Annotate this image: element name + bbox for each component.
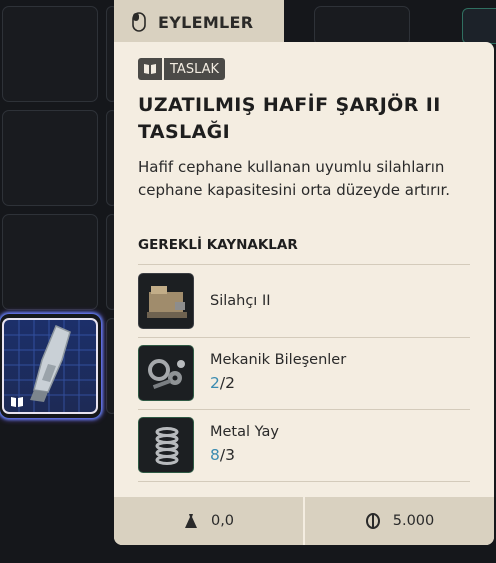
resource-have: 8 — [210, 446, 220, 464]
inventory-slot[interactable] — [2, 214, 98, 310]
resource-count: 8/3 — [210, 446, 235, 464]
required-resources-title: GEREKLİ KAYNAKLAR — [138, 237, 298, 253]
actions-tab[interactable]: EYLEMLER — [114, 0, 284, 44]
item-value: 5.000 — [392, 513, 435, 529]
value-stat: 5.000 — [305, 497, 494, 545]
item-tooltip: TASLAK UZATILMIŞ HAFİF ŞARJÖR II TASLAĞI… — [114, 42, 494, 545]
mouse-icon — [132, 12, 146, 32]
resource-have: 2 — [210, 374, 220, 392]
actions-tab-label: EYLEMLER — [158, 12, 254, 32]
inventory-slot[interactable] — [2, 110, 98, 206]
resource-row: Mekanik Bileşenler 2/2 — [138, 337, 470, 409]
resource-name: Metal Yay — [210, 424, 279, 440]
book-icon — [11, 397, 23, 407]
tooltip-footer: 0,0 5.000 — [114, 497, 494, 545]
inventory-slot[interactable] — [314, 6, 410, 46]
divider — [138, 481, 470, 482]
selected-item-slot[interactable] — [2, 318, 98, 414]
item-description: Hafif cephane kullanan uyumlu silahların… — [138, 158, 451, 199]
resource-row: Metal Yay 8/3 — [138, 409, 470, 481]
metal-spring-icon — [138, 417, 194, 473]
resource-count: 2/2 — [210, 374, 235, 392]
resource-need: /2 — [219, 374, 235, 392]
tag-label: TASLAK — [164, 58, 226, 80]
mechanical-parts-icon — [138, 345, 194, 401]
coin-icon — [365, 513, 380, 529]
weight-stat: 0,0 — [114, 497, 303, 545]
inventory-slot[interactable] — [2, 6, 98, 102]
gunsmith-bench-icon — [138, 273, 194, 329]
blueprint-tag: TASLAK — [138, 58, 226, 80]
inventory-slot-edge[interactable] — [462, 8, 496, 44]
item-title: UZATILMIŞ HAFİF ŞARJÖR II TASLAĞI — [138, 94, 441, 143]
resource-name: Silahçı II — [210, 293, 271, 309]
weight-icon — [184, 514, 197, 528]
resource-row: Silahçı II — [138, 265, 470, 337]
resource-need: /3 — [219, 446, 235, 464]
resource-name: Mekanik Bileşenler — [210, 352, 347, 368]
weight-value: 0,0 — [210, 513, 235, 529]
book-icon — [138, 58, 162, 80]
